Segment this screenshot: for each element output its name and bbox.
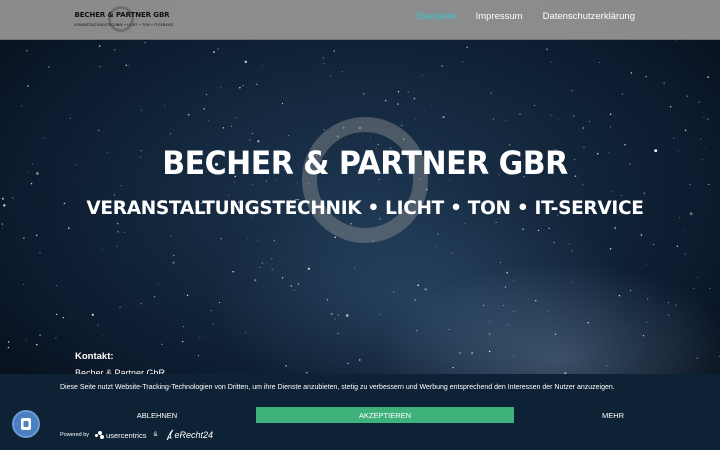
accept-button[interactable]: AKZEPTIEREN bbox=[256, 407, 514, 423]
site-header: BECHER & PARTNER GBR VERANSTALTUNGSTECHN… bbox=[0, 0, 720, 40]
site-logo[interactable]: BECHER & PARTNER GBR VERANSTALTUNGSTECHN… bbox=[74, 4, 174, 36]
cookie-consent-banner: Diese Seite nutzt Website-Tracking-Techn… bbox=[0, 374, 720, 450]
hero-subtitle: VERANSTALTUNGSTECHNIK • LICHT • TON • IT… bbox=[86, 198, 644, 219]
usercentrics-label: usercentrics bbox=[106, 430, 147, 440]
usercentrics-logo-icon bbox=[95, 431, 105, 439]
nav-startseite[interactable]: Startseite bbox=[415, 11, 455, 22]
nav-impressum[interactable]: Impressum bbox=[476, 11, 523, 22]
hero-title: BECHER & PARTNER GBR bbox=[162, 144, 568, 183]
powered-by: Powered by usercentrics & eRecht24 bbox=[60, 428, 213, 442]
fingerprint-shield-icon bbox=[21, 418, 31, 430]
main-nav: Startseite Impressum Datenschutzerklärun… bbox=[415, 11, 635, 22]
ampersand: & bbox=[153, 432, 158, 438]
logo-subtitle: VERANSTALTUNGSTECHNIK • LICHT • TON • IT… bbox=[74, 23, 174, 27]
usercentrics-logo[interactable]: usercentrics bbox=[95, 431, 146, 440]
logo-ring bbox=[108, 6, 134, 32]
decline-button[interactable]: ABLEHNEN bbox=[102, 407, 212, 423]
logo-title: BECHER & PARTNER GBR bbox=[74, 11, 170, 19]
erecht24-label: eRecht24 bbox=[174, 430, 214, 440]
privacy-settings-button[interactable] bbox=[12, 410, 40, 438]
erecht24-signature-icon bbox=[166, 429, 173, 441]
nav-datenschutz[interactable]: Datenschutzerklärung bbox=[543, 11, 635, 22]
erecht24-logo[interactable]: eRecht24 bbox=[165, 429, 214, 441]
powered-by-label: Powered by bbox=[60, 432, 90, 438]
contact-heading: Kontakt: bbox=[75, 351, 114, 362]
consent-text: Diese Seite nutzt Website-Tracking-Techn… bbox=[60, 384, 615, 391]
more-button[interactable]: MEHR bbox=[560, 407, 666, 423]
